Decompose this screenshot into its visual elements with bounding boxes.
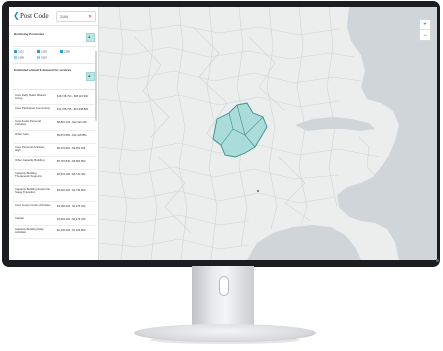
table-row: Core Daily Tasks Shared Living $18,748,73… [13,92,96,105]
map-view[interactable]: + − [99,7,437,260]
chevron-up-icon: ▴ [88,73,91,79]
row-value: $3,182,606 - $4,275,330 [57,205,86,208]
water-area [337,7,437,260]
stand-cable-hole [219,276,229,296]
sidebar-scrollbar[interactable] [95,51,97,121]
row-value: $9,872,083 - $11,415,856 [57,134,87,137]
plus-icon[interactable]: + [420,20,430,30]
map-marker-dot [257,190,259,192]
bordering-postcodes-section: Bordering Postcodes ▴ [13,29,96,47]
row-name: Core Personal Activities High [15,145,45,153]
checkbox-icon [14,56,17,59]
monitor-bezel: ❮ Post Code 2194 ✕ Bordering Postcodes ▴… [2,1,440,267]
table-row: Core Participate Community $12,785,735 - … [13,105,96,118]
app-screen: ❮ Post Code 2194 ✕ Bordering Postcodes ▴… [9,7,437,260]
monitor-stand-base [134,324,316,342]
selected-postcode-region [212,102,268,158]
row-value: $5,787,849 - $6,682,890 [57,160,86,163]
minus-icon[interactable]: − [420,31,430,41]
row-name: Core Daily Tasks Shared Living [15,93,46,101]
power-indicator [436,259,439,262]
close-icon[interactable]: ✕ [88,13,92,21]
bordering-collapse-button[interactable]: ▴ [86,33,95,42]
row-value: $2,135,209 - $3,109,890 [57,229,86,232]
row-name: Capital [15,216,24,220]
bordering-postcodes-label: Bordering Postcodes [14,32,45,36]
table-row: Core Personal Activities High $6,470,893 … [13,144,96,157]
table-row: Other Care $9,872,083 - $11,415,856 [13,131,96,144]
demand-collapse-button[interactable]: ▴ [86,72,95,81]
postcode-item[interactable]: 2198 [14,56,24,61]
table-row: Capital $1,893,326 - $3,479,030 [13,215,96,226]
table-row: Core Assist Personal Activities $8,887,19… [13,118,96,131]
zoom-control: + − [419,19,431,41]
row-value: $3,662,326 - $4,736,890 [57,189,86,192]
row-value: $8,887,193 - $12,316,300 [57,121,87,124]
sidebar-panel: ❮ Post Code 2194 ✕ Bordering Postcodes ▴… [9,7,99,260]
row-name: Core Group Centre Activities [15,203,51,207]
page-title: Post Code [20,12,49,20]
table-row: Capacity Building Assist Life Stage Tran… [13,186,96,202]
row-name: Core Assist Personal Activities [15,119,41,127]
table-row: Capacity Building Therapeutic Supports $4… [13,170,96,186]
monitor-mockup: ❮ Post Code 2194 ✕ Bordering Postcodes ▴… [0,0,443,351]
sidebar-header: ❮ Post Code 2194 ✕ [9,7,98,26]
row-name: Capacity Building Assist Life Stage Tran… [15,187,50,195]
checkbox-icon [60,50,63,53]
botany-bay [247,225,361,260]
row-value: $6,470,893 - $9,651,605 [57,147,86,150]
chevron-up-icon: ▴ [88,34,91,40]
postcode-item[interactable]: 2196 [60,50,70,55]
chevron-left-icon[interactable]: ❮ [13,11,20,21]
checkbox-icon [14,50,17,53]
row-value: $18,748,734 - $38,116,900 [57,95,88,98]
row-name: Core Participate Community [15,106,50,110]
row-value: $4,533,196 - $5,722,362 [57,173,86,176]
row-value: $12,785,735 - $15,998,893 [57,108,89,111]
table-row: Capacity Building Daily Activities $2,135… [13,226,96,239]
row-name: Other Care [15,132,29,136]
row-name: Other Capacity Building [15,158,45,162]
postcode-item[interactable]: 2203 [37,56,47,61]
row-value: $1,893,326 - $3,479,030 [57,218,86,221]
table-row: Other Capacity Building $5,787,849 - $6,6… [13,157,96,170]
row-name: Capacity Building Therapeutic Supports [15,171,42,179]
postcode-item[interactable]: 2131 [14,50,24,55]
checkbox-icon [37,56,40,59]
checkbox-icon [37,50,40,53]
table-row: Core Group Centre Activities $3,182,606 -… [13,202,96,215]
map-canvas [99,7,437,260]
demand-section: Estimated annual $ demand for services ▴ [13,63,96,90]
row-name: Capacity Building Daily Activities [15,227,44,235]
postcode-select-value: 2194 [60,15,68,19]
demand-section-label: Estimated annual $ demand for services [14,68,72,72]
postcode-select[interactable]: 2194 ✕ [56,11,96,22]
postcode-item[interactable]: 2193 [37,50,47,55]
